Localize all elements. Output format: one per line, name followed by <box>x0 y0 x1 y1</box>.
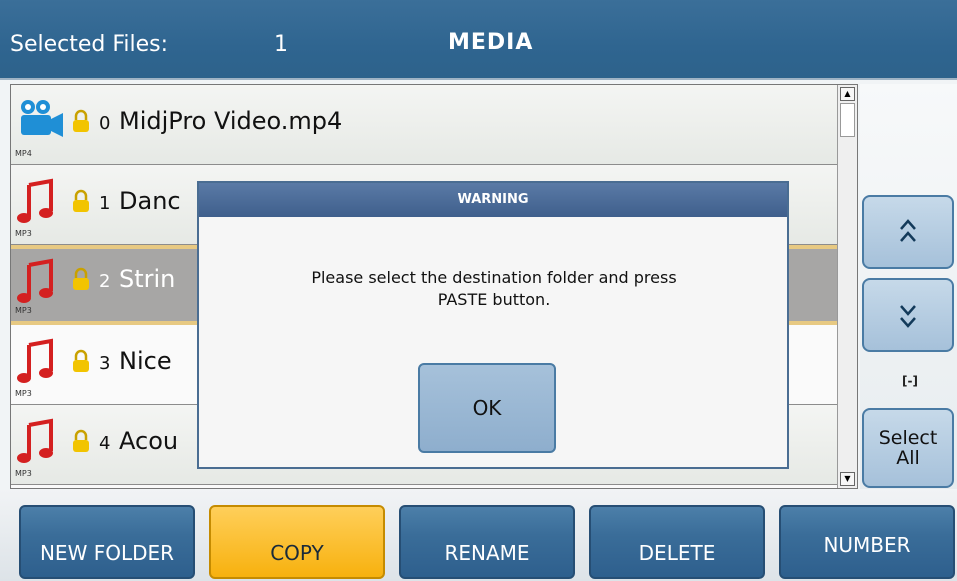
file-name: Danc <box>119 187 181 215</box>
music-note-icon <box>17 178 53 223</box>
copy-button[interactable]: COPY <box>209 505 385 579</box>
selected-files-count: 1 <box>274 32 288 57</box>
double-chevron-down-icon <box>900 305 916 328</box>
number-button[interactable]: NUMBER <box>779 505 955 579</box>
music-note-icon <box>17 258 53 303</box>
rename-button[interactable]: RENAME <box>399 505 575 579</box>
music-note-icon <box>17 338 53 383</box>
vertical-scrollbar[interactable]: ▲ ▼ <box>837 85 857 488</box>
file-index: 0 <box>99 113 111 134</box>
video-camera-icon <box>21 100 63 137</box>
file-type-label: MP3 <box>15 389 32 398</box>
delete-button[interactable]: DELETE <box>589 505 765 579</box>
lock-icon <box>73 189 89 212</box>
page-up-button[interactable] <box>862 195 954 269</box>
music-note-icon <box>17 418 53 463</box>
copy-label: COPY <box>270 541 324 565</box>
delete-label: DELETE <box>638 541 716 565</box>
lock-icon <box>73 429 89 452</box>
dialog-message-line1: Please select the destination folder and… <box>311 268 677 287</box>
file-type-label: MP3 <box>15 469 32 478</box>
file-name: Strin <box>119 265 176 293</box>
file-name: Nice <box>119 347 172 375</box>
scroll-down-arrow-icon[interactable]: ▼ <box>840 472 855 486</box>
file-name: Acou <box>119 427 179 455</box>
list-item-file-0[interactable]: MP4 0 MidjPro Video.mp4 <box>11 85 837 165</box>
file-name: MidjPro Video.mp4 <box>119 107 343 135</box>
dialog-message-line2: PASTE button. <box>437 290 551 309</box>
page-title: MEDIA <box>448 30 534 55</box>
title-bar: Selected Files: 1 MEDIA <box>0 0 957 80</box>
warning-dialog: WARNING Please select the destination fo… <box>197 181 789 469</box>
selected-files-label: Selected Files: <box>10 32 169 57</box>
file-index: 1 <box>99 193 111 214</box>
lock-icon <box>73 349 89 372</box>
lock-icon <box>73 109 89 132</box>
new-folder-button[interactable]: NEW FOLDER <box>19 505 195 579</box>
file-type-label: MP3 <box>15 229 32 238</box>
scroll-up-arrow-icon[interactable]: ▲ <box>840 87 855 101</box>
file-index: 3 <box>99 353 111 374</box>
range-indicator: [-] <box>902 374 918 388</box>
scroll-thumb[interactable] <box>840 103 855 137</box>
new-folder-label: NEW FOLDER <box>39 541 175 565</box>
file-type-label: MP3 <box>15 306 32 315</box>
select-all-button[interactable]: Select All <box>862 408 954 488</box>
select-all-label-line1: Select <box>878 427 938 449</box>
number-label: NUMBER <box>823 533 911 557</box>
page-down-button[interactable] <box>862 278 954 352</box>
file-index: 2 <box>99 271 111 292</box>
double-chevron-up-icon <box>900 219 916 242</box>
file-type-label: MP4 <box>15 149 32 158</box>
rename-label: RENAME <box>444 541 530 565</box>
file-index: 4 <box>99 433 111 454</box>
ok-button[interactable]: OK <box>418 363 556 453</box>
dialog-title: WARNING <box>199 183 787 217</box>
dialog-message: Please select the destination folder and… <box>229 267 759 311</box>
lock-icon <box>73 267 89 290</box>
select-all-label-line2: All <box>896 447 920 469</box>
